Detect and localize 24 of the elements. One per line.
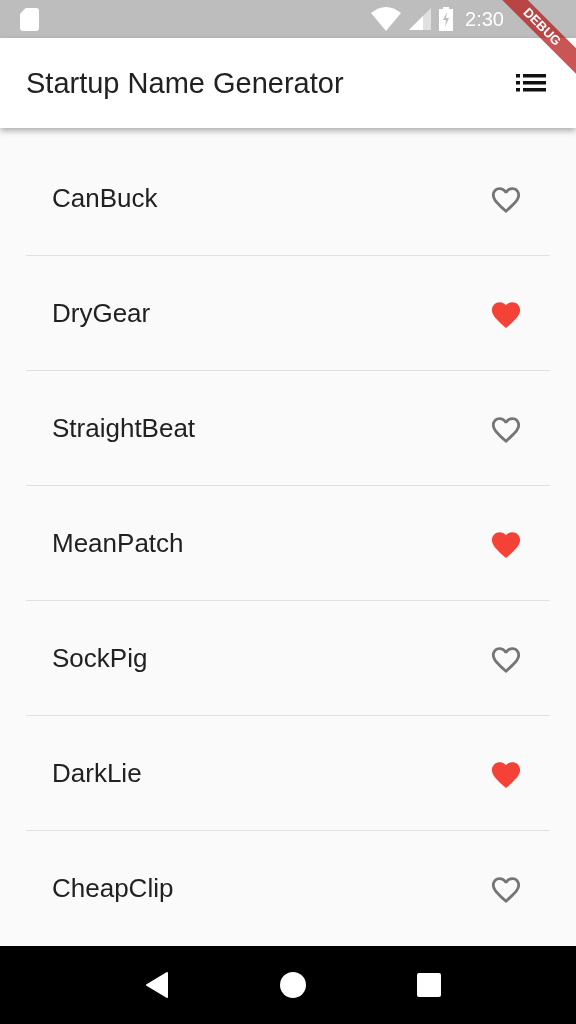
startup-name: SockPig — [52, 642, 148, 674]
name-list-item[interactable]: MeanPatch — [26, 486, 550, 601]
back-icon[interactable] — [145, 971, 170, 999]
startup-name: CanBuck — [52, 182, 158, 214]
wifi-icon — [371, 7, 402, 31]
startup-name: StraightBeat — [52, 412, 196, 444]
startup-name: DryGear — [52, 297, 151, 329]
list-icon — [516, 74, 546, 92]
signal-icon — [409, 8, 432, 30]
name-list-item[interactable]: SockPig — [26, 601, 550, 716]
status-time: 2:30 — [465, 7, 504, 31]
app-title: Startup Name Generator — [26, 66, 344, 100]
startup-name: MeanPatch — [52, 527, 184, 559]
name-list-item[interactable]: CheapClip — [26, 831, 550, 946]
startup-name: CheapClip — [52, 873, 174, 904]
sd-card-icon — [20, 7, 39, 31]
name-list-item[interactable]: DarkLie — [26, 716, 550, 831]
recents-icon[interactable] — [416, 973, 441, 997]
name-list-item[interactable]: StraightBeat — [26, 371, 550, 486]
home-icon[interactable] — [280, 972, 306, 998]
battery-icon — [439, 7, 454, 31]
name-list-item[interactable]: DryGear — [26, 256, 550, 371]
startup-name: DarkLie — [52, 757, 142, 789]
name-list-item[interactable]: CanBuck — [26, 141, 550, 256]
